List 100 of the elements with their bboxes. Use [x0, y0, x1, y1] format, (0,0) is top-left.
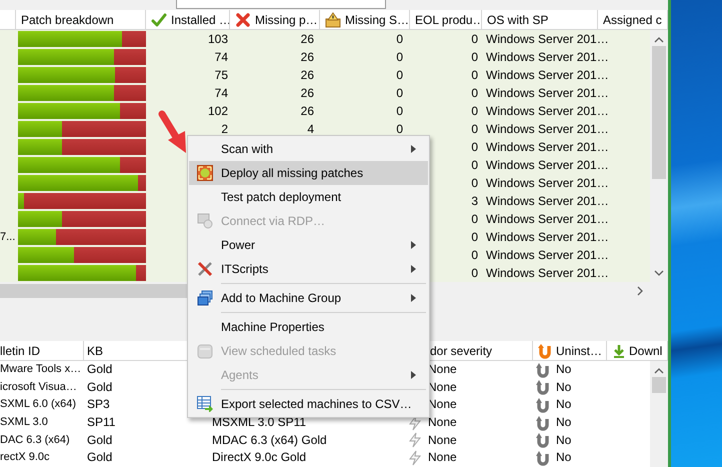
table-cell-text: Windows Server 201…: [485, 49, 609, 66]
monitor-icon: [197, 213, 213, 229]
check-icon: [151, 12, 167, 28]
menu-item[interactable]: Add to Machine Group: [189, 286, 428, 310]
table-cell-text: 103: [206, 31, 229, 48]
table-cell-text: 0: [470, 139, 479, 156]
table-cell: SP3: [87, 396, 110, 414]
table-cell-text: 26: [300, 49, 315, 66]
table-export-icon: [197, 396, 213, 412]
windows-stack-icon: [197, 290, 213, 306]
table-cell: No: [556, 396, 572, 414]
table-cell-text: Windows Server 201…: [485, 229, 609, 246]
table-cell-text: 0: [470, 31, 479, 48]
menu-item[interactable]: Power: [189, 233, 428, 257]
table-cell: No: [556, 449, 572, 466]
uninstall-icon: [534, 414, 552, 431]
table-cell-text: 0: [470, 175, 479, 192]
table-cell-text: Windows Server 201…: [485, 85, 609, 102]
table-cell-text: 4: [306, 121, 315, 138]
scrollbar-thumb[interactable]: [652, 46, 666, 179]
table-cell-text: 0: [395, 67, 404, 84]
vertical-scrollbar[interactable]: [650, 361, 668, 467]
table-cell-text: 75: [214, 67, 229, 84]
table-cell-text: Windows Server 201…: [485, 265, 609, 282]
table-cell-text: 3: [470, 193, 479, 210]
table-cell: No: [556, 414, 572, 432]
table-cell: Gold: [87, 361, 112, 378]
table-cell-text: 26: [300, 85, 315, 102]
table-cell-text: rectX 9.0c: [0, 450, 50, 466]
lightning-icon: [407, 432, 423, 448]
table-cell-text: 7...: [0, 230, 16, 245]
table-cell-text: Windows Server 201…: [485, 31, 609, 48]
table-cell-text: 0: [395, 85, 404, 102]
table-cell-text: 26: [300, 31, 315, 48]
menu-item[interactable]: Export selected machines to CSV…: [189, 392, 428, 416]
table-cell-text: 0: [470, 247, 479, 264]
table-cell: No: [556, 432, 572, 449]
scroll-up-icon: [654, 367, 664, 375]
uninstall-icon: [534, 450, 552, 466]
table-cell-text: 0: [470, 103, 479, 120]
table-cell: None: [428, 432, 457, 449]
table-cell-text: Mware Tools x…: [0, 362, 82, 378]
table-cell-text: 0: [470, 67, 479, 84]
table-cell-text: Windows Server 201…: [485, 121, 609, 138]
uninstall-icon: [534, 432, 552, 448]
table-cell: None: [428, 449, 457, 466]
table-cell: None: [428, 414, 457, 432]
table-cell-text: Windows Server 201…: [485, 139, 609, 156]
scrollbar-thumb[interactable]: [652, 377, 666, 393]
uninstall-icon: [534, 396, 552, 413]
table-cell-text: 0: [470, 85, 479, 102]
cross-icon: [235, 12, 251, 28]
menu-item[interactable]: ITScripts: [189, 257, 428, 281]
table-cell: No: [556, 378, 572, 396]
uninstall-icon: [537, 343, 553, 359]
table-cell-text: Windows Server 201…: [485, 193, 609, 210]
package-warning-icon: [325, 12, 341, 28]
table-cell-text: SXML 3.0: [0, 415, 48, 430]
download-icon: [612, 343, 626, 359]
filter-field[interactable]: [176, 0, 386, 9]
menu-item[interactable]: Machine Properties: [189, 315, 428, 339]
scroll-down-icon: [654, 269, 664, 277]
table-cell: SP11: [87, 414, 116, 432]
menu-item[interactable]: Test patch deployment: [189, 185, 428, 209]
table-cell-text: icrosoft Visua…: [0, 380, 77, 395]
tools-icon: [197, 261, 213, 277]
table-cell-text: 26: [300, 103, 315, 120]
table-cell-text: 0: [470, 229, 479, 246]
table-cell-text: 0: [395, 121, 404, 138]
table-cell-text: 0: [395, 31, 404, 48]
table-cell-text: Windows Server 201…: [485, 103, 609, 120]
table-cell-text: 0: [395, 103, 404, 120]
table-cell: DirectX 9.0c Gold: [212, 449, 306, 466]
annotation-arrow: [158, 110, 187, 154]
uninstall-icon: [534, 379, 552, 396]
table-cell-text: 102: [206, 103, 229, 120]
table-cell: Gold: [87, 378, 112, 396]
menu-item[interactable]: Deploy all missing patches: [189, 161, 428, 185]
table-cell-text: 74: [214, 85, 229, 102]
table-cell: Gold: [87, 432, 112, 449]
table-cell-text: 0: [470, 157, 479, 174]
table-cell-text: 26: [300, 67, 315, 84]
table-cell-text: 0: [470, 211, 479, 228]
table-cell-text: Windows Server 201…: [485, 175, 609, 192]
vertical-scrollbar[interactable]: [650, 30, 668, 282]
scroll-up-icon: [654, 36, 664, 44]
deploy-icon: [197, 165, 213, 181]
table-cell-text: 74: [214, 49, 229, 66]
menu-item[interactable]: Scan with: [189, 137, 428, 161]
table-cell-text: Windows Server 201…: [485, 247, 609, 264]
table-cell-text: SXML 6.0 (x64): [0, 397, 76, 412]
table-cell-text: 0: [470, 265, 479, 282]
calendar-icon: [197, 343, 213, 359]
table-cell: MSXML 3.0 SP11: [212, 414, 306, 432]
table-cell-text: 0: [470, 121, 479, 138]
table-cell-text: DAC 6.3 (x64): [0, 432, 70, 448]
table-cell-text: Windows Server 201…: [485, 157, 609, 174]
table-cell-text: 2: [220, 121, 229, 138]
table-cell-text: Windows Server 201…: [485, 67, 609, 84]
scroll-right-icon: [636, 286, 644, 296]
